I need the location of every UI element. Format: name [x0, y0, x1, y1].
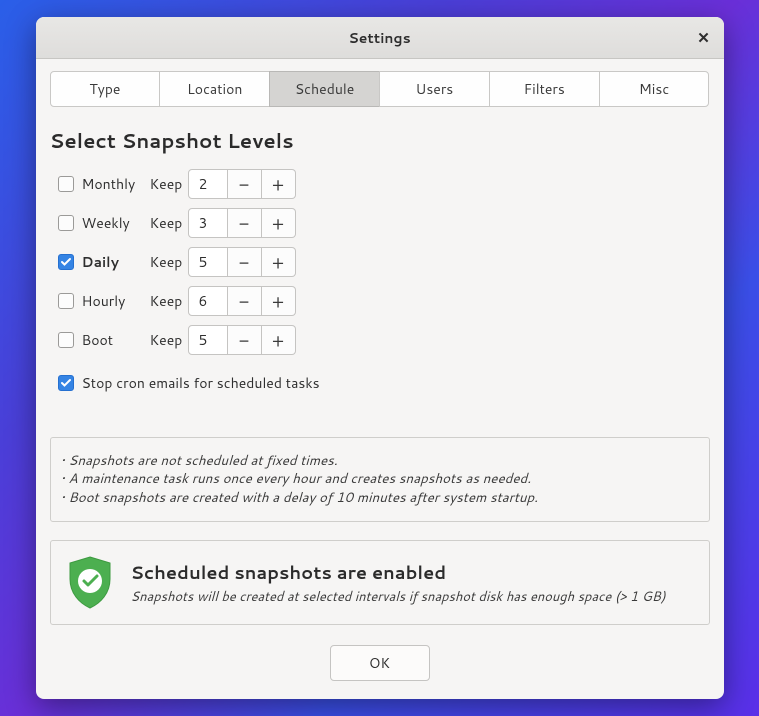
level-monthly-row: Monthly Keep 2 − +: [58, 169, 710, 199]
spinner-hourly: 6 − +: [188, 286, 296, 316]
footer: OK: [50, 645, 710, 681]
spinner-weekly: 3 − +: [188, 208, 296, 238]
tab-filters[interactable]: Filters: [489, 71, 600, 107]
spinner-monthly: 2 − +: [188, 169, 296, 199]
info-line-2: • A maintenance task runs once every hou…: [61, 470, 699, 488]
status-box: Scheduled snapshots are enabled Snapshot…: [50, 540, 710, 625]
label-weekly: Weekly: [82, 213, 130, 233]
settings-window: Settings ✕ Type Location Schedule Users …: [36, 17, 724, 699]
checkbox-weekly[interactable]: [58, 215, 74, 231]
snapshot-levels: Monthly Keep 2 − + Weekly Keep: [58, 169, 710, 355]
close-icon[interactable]: ✕: [694, 28, 714, 48]
spinner-weekly-value[interactable]: 3: [188, 208, 228, 238]
label-cron: Stop cron emails for scheduled tasks: [82, 373, 320, 393]
spinner-hourly-value[interactable]: 6: [188, 286, 228, 316]
checkbox-hourly[interactable]: [58, 293, 74, 309]
info-box: • Snapshots are not scheduled at fixed t…: [50, 437, 710, 522]
info-line-1: • Snapshots are not scheduled at fixed t…: [61, 452, 699, 470]
titlebar: Settings ✕: [36, 17, 724, 59]
ok-button[interactable]: OK: [330, 645, 430, 681]
spinner-monthly-value[interactable]: 2: [188, 169, 228, 199]
spinner-daily: 5 − +: [188, 247, 296, 277]
keep-label-boot: Keep: [150, 330, 188, 350]
spinner-hourly-plus[interactable]: +: [262, 286, 296, 316]
checkbox-boot[interactable]: [58, 332, 74, 348]
keep-label-monthly: Keep: [150, 174, 188, 194]
level-boot-row: Boot Keep 5 − +: [58, 325, 710, 355]
checkbox-cron[interactable]: [58, 375, 74, 391]
tab-location[interactable]: Location: [159, 71, 270, 107]
tab-schedule[interactable]: Schedule: [269, 71, 380, 107]
tab-users[interactable]: Users: [379, 71, 490, 107]
content-area: Type Location Schedule Users Filters Mis…: [36, 59, 724, 699]
label-monthly: Monthly: [82, 174, 136, 194]
level-hourly-row: Hourly Keep 6 − +: [58, 286, 710, 316]
spinner-monthly-plus[interactable]: +: [262, 169, 296, 199]
level-daily-row: Daily Keep 5 − +: [58, 247, 710, 277]
shield-check-icon: [65, 555, 115, 610]
tab-bar: Type Location Schedule Users Filters Mis…: [50, 71, 710, 107]
spinner-boot-value[interactable]: 5: [188, 325, 228, 355]
checkbox-daily[interactable]: [58, 254, 74, 270]
tab-misc[interactable]: Misc: [599, 71, 710, 107]
spinner-daily-plus[interactable]: +: [262, 247, 296, 277]
level-weekly-row: Weekly Keep 3 − +: [58, 208, 710, 238]
label-hourly: Hourly: [82, 291, 126, 311]
checkbox-monthly[interactable]: [58, 176, 74, 192]
keep-label-hourly: Keep: [150, 291, 188, 311]
spinner-hourly-minus[interactable]: −: [228, 286, 262, 316]
label-daily: Daily: [82, 252, 119, 272]
status-title: Scheduled snapshots are enabled: [131, 559, 666, 585]
keep-label-weekly: Keep: [150, 213, 188, 233]
status-subtitle: Snapshots will be created at selected in…: [131, 588, 666, 606]
spinner-daily-value[interactable]: 5: [188, 247, 228, 277]
spinner-weekly-minus[interactable]: −: [228, 208, 262, 238]
spinner-monthly-minus[interactable]: −: [228, 169, 262, 199]
window-title: Settings: [348, 28, 410, 48]
label-boot: Boot: [82, 330, 114, 350]
spinner-boot: 5 − +: [188, 325, 296, 355]
status-text: Scheduled snapshots are enabled Snapshot…: [131, 559, 666, 606]
spinner-weekly-plus[interactable]: +: [262, 208, 296, 238]
keep-label-daily: Keep: [150, 252, 188, 272]
spinner-boot-minus[interactable]: −: [228, 325, 262, 355]
tab-type[interactable]: Type: [50, 71, 161, 107]
spinner-daily-minus[interactable]: −: [228, 247, 262, 277]
cron-row: Stop cron emails for scheduled tasks: [58, 373, 710, 393]
page-heading: Select Snapshot Levels: [50, 127, 710, 155]
spinner-boot-plus[interactable]: +: [262, 325, 296, 355]
info-line-3: • Boot snapshots are created with a dela…: [61, 489, 699, 507]
